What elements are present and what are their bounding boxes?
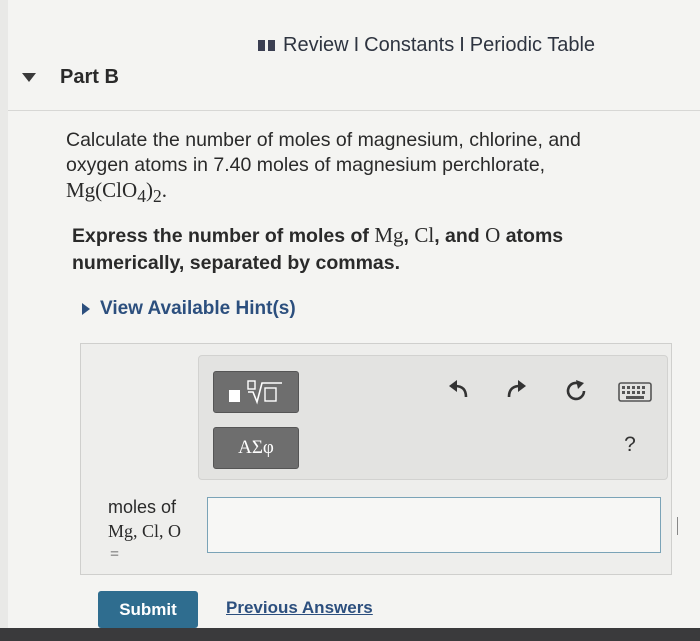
part-title: Part B [60,66,119,88]
review-link[interactable]: Review [283,34,349,57]
review-icon [258,39,275,51]
text-cursor-icon [677,517,678,535]
answer-input[interactable] [207,497,661,553]
reset-icon[interactable] [562,377,590,405]
view-hints-toggle[interactable]: View Available Hint(s) [82,298,296,320]
submit-button[interactable]: Submit [98,591,198,628]
link-separator: I [353,33,360,56]
help-icon[interactable]: ? [618,431,642,459]
link-separator: I [459,33,465,56]
templates-button[interactable] [213,371,299,413]
keyboard-icon[interactable] [618,382,652,402]
question-line: Calculate the number of moles of magnesi… [66,129,581,176]
undo-icon[interactable] [446,377,472,403]
redo-icon[interactable] [503,377,529,403]
part-header[interactable]: Part B [22,66,119,89]
collapse-caret-icon[interactable] [22,73,36,82]
constants-link[interactable]: Constants [364,34,454,57]
symbols-button[interactable]: ΑΣφ [213,427,299,469]
expand-caret-icon [82,303,90,315]
question-text: Calculate the number of moles of magnesi… [66,128,646,209]
monitor-bezel [0,628,700,641]
templates-icon [229,380,282,405]
chemical-formula: Mg(ClO4)2. [66,178,167,207]
periodic-table-link[interactable]: Periodic Table [470,34,595,57]
answer-label: moles of Mg, Cl, O = [108,497,182,563]
instruction-text: Express the number of moles of Mg, Cl, a… [72,223,564,274]
divider [8,110,700,111]
previous-answers-link[interactable]: Previous Answers [226,598,373,618]
hint-label: View Available Hint(s) [100,298,296,319]
header-links: Review I Constants I Periodic Table [258,32,595,58]
